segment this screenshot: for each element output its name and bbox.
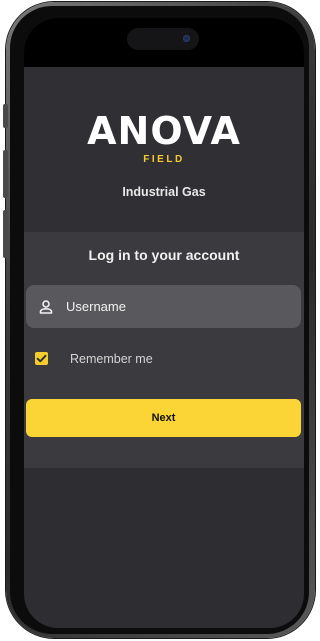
brand-logo-subtext: FIELD (143, 154, 185, 165)
brand-logo: ANOVA (87, 109, 241, 153)
action-button (3, 104, 8, 128)
front-camera (183, 35, 190, 42)
volume-up-button (3, 150, 8, 198)
remember-me-checkbox[interactable] (35, 352, 48, 365)
next-button[interactable]: Next (26, 399, 301, 437)
dynamic-island (127, 28, 199, 50)
brand-header: ANOVA FIELD Industrial Gas (24, 67, 304, 232)
status-bar (24, 18, 304, 67)
remember-me-label: Remember me (70, 352, 153, 366)
volume-down-button (3, 210, 8, 258)
username-input[interactable] (66, 285, 286, 328)
remember-me-row[interactable]: Remember me (24, 347, 304, 371)
username-field[interactable] (26, 285, 301, 328)
person-icon (38, 299, 54, 315)
app-screen: ANOVA FIELD Industrial Gas Log in to you… (24, 18, 304, 628)
login-card: Log in to your account Remember me Next (24, 232, 304, 468)
checkmark-icon (36, 354, 47, 363)
app-subtitle: Industrial Gas (122, 185, 206, 199)
login-title: Log in to your account (88, 247, 240, 263)
